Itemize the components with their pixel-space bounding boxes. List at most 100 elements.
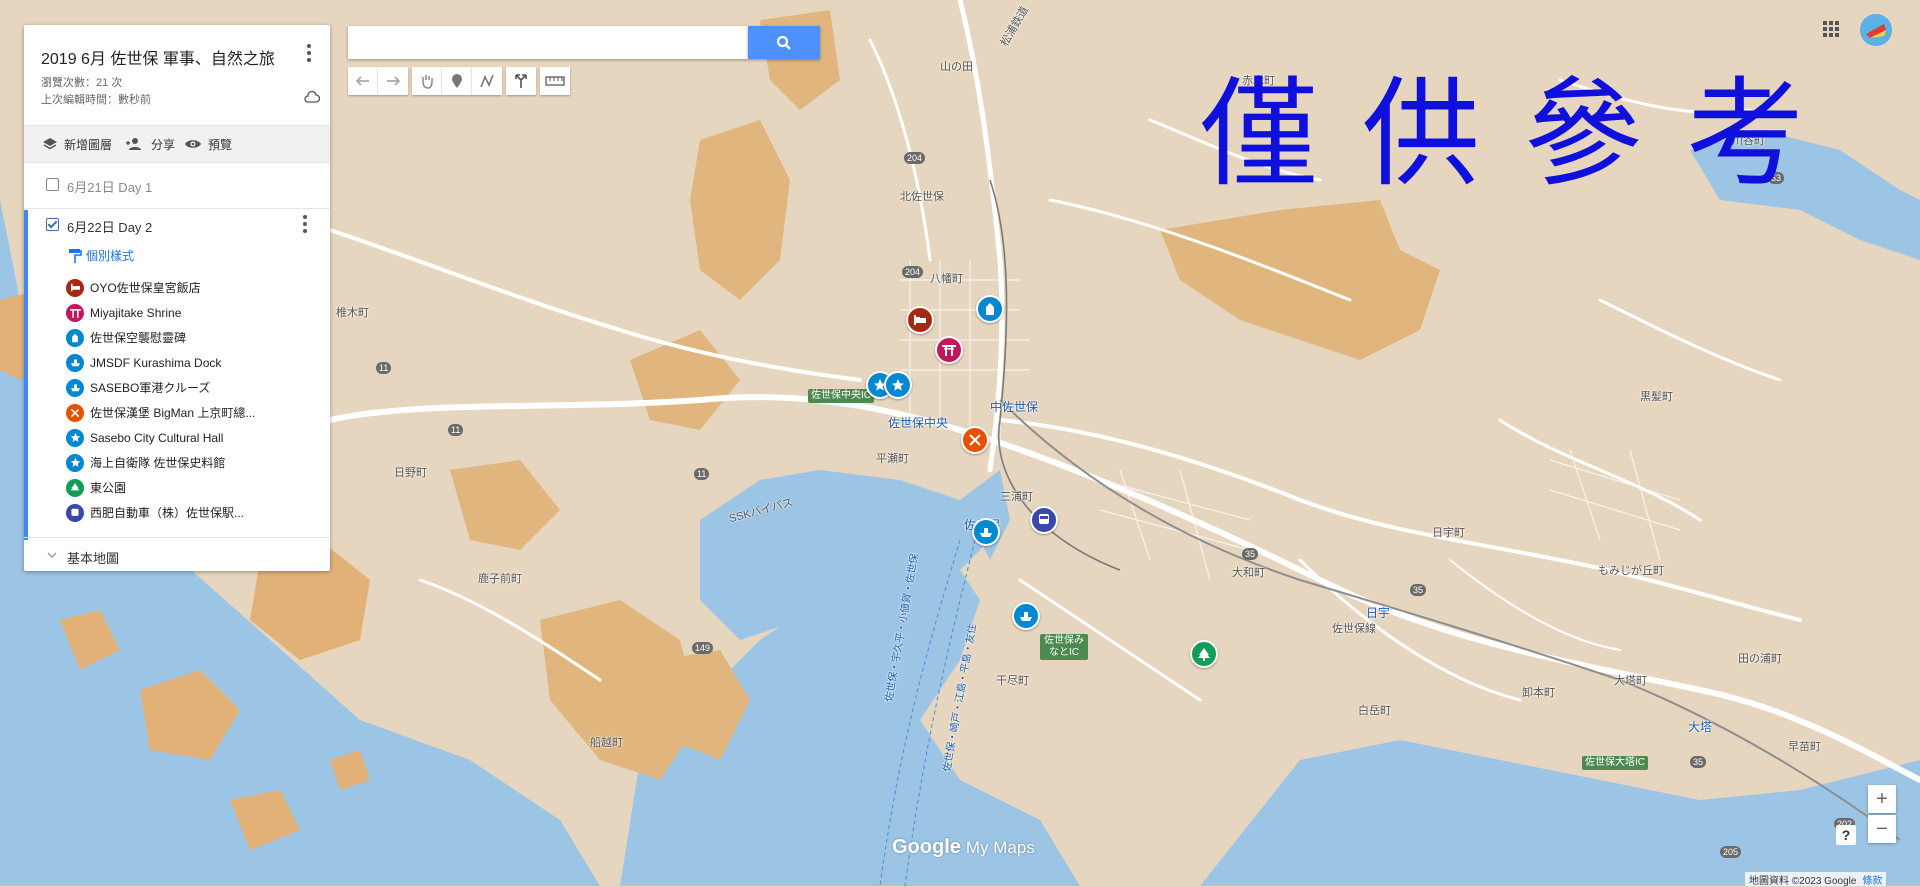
star-icon [66,428,84,447]
map-marker-hotel[interactable] [906,306,934,334]
station-label: 日宇 [1366,606,1391,620]
place-label: もみじが丘町 [1598,565,1664,577]
map-title[interactable]: 2019 6月 佐世保 軍事、自然之旅 [41,45,275,69]
base-map-layer[interactable]: 基本地圖 [24,537,330,571]
google-logo-text: Google [892,836,961,858]
place-name: 東公園 [90,481,127,495]
place-name: 佐世保漢堡 BigMan 上京町總... [90,406,256,420]
last-edit-time: 上次編輯時間：數秒前 [41,94,151,106]
place-name: Sasebo City Cultural Hall [90,430,224,445]
zoom-in-button[interactable]: + [1868,785,1896,813]
tree-icon [66,478,84,497]
place-name: Miyajitake Shrine [90,305,182,320]
place-name: 佐世保空襲慰靈碑 [90,331,187,345]
preview-label: 預覽 [208,137,233,152]
place-label: 白岳町 [1358,705,1391,717]
torii-icon [942,345,956,356]
undo-icon [355,76,369,86]
share-button[interactable]: 分享 [125,126,175,162]
directions-button[interactable] [506,67,536,95]
zoom-out-button[interactable]: − [1868,815,1896,843]
map-marker-park[interactable] [1190,640,1218,668]
place-label: 山の田 [940,61,973,73]
station-label: 大塔 [1688,720,1713,734]
bus-icon [1039,514,1049,524]
layer-day1-checkbox[interactable] [46,178,59,191]
place-item[interactable]: 海上自衛隊 佐世保史料館 [66,450,225,475]
torii-icon [66,303,84,322]
measure-button[interactable] [540,67,570,95]
place-item[interactable]: 佐世保漢堡 BigMan 上京町總... [66,400,255,425]
route-shield: 11 [694,468,710,480]
place-name: 西肥自動車（株）佐世保駅... [90,506,245,520]
keyboard-shortcuts-button[interactable]: ? [1836,825,1856,845]
place-item[interactable]: OYO佐世保皇宮飯店 [66,275,201,300]
hand-icon [422,75,433,89]
place-item[interactable]: 東公園 [66,475,126,500]
route-shield: 149 [692,642,714,654]
place-item[interactable]: 佐世保空襲慰靈碑 [66,325,186,350]
ship-icon [980,528,992,537]
place-label: 大和町 [1232,567,1265,579]
place-item[interactable]: 西肥自動車（株）佐世保駅... [66,500,244,525]
map-marker-bus[interactable] [1030,506,1058,534]
route-shield: 35 [1410,584,1427,596]
map-marker-monument[interactable] [976,295,1004,323]
add-layer-button[interactable]: 新增圖層 [42,126,112,162]
search-icon [776,35,791,50]
undo-button[interactable] [348,67,378,95]
layer-options-menu-icon[interactable] [298,214,312,234]
map-marker-burger[interactable] [961,426,989,454]
layer-day1[interactable]: 6月21日 Day 1 [24,162,330,209]
draw-line-button[interactable] [472,67,502,95]
place-item[interactable]: JMSDF Kurashima Dock [66,350,221,375]
map-legend-panel: 2019 6月 佐世保 軍事、自然之旅 瀏覽次數：21 次 上次編輯時間：數秒前… [24,25,330,571]
place-name: 海上自衛隊 佐世保史料館 [90,456,226,470]
redo-icon [387,76,401,86]
ship-icon [1020,612,1032,621]
search-input[interactable] [348,26,748,59]
apps-grid-icon[interactable] [1823,21,1839,37]
ruler-icon [545,76,565,86]
ship-icon [66,353,84,372]
place-item[interactable]: SASEBO軍港クルーズ [66,375,210,400]
place-label: 北佐世保 [900,191,944,203]
place-label: 平瀬町 [876,453,909,465]
route-shield: 204 [904,152,926,164]
place-label: 八幡町 [930,273,963,285]
place-label: 田の浦町 [1738,653,1782,665]
search-button[interactable] [748,26,820,59]
base-map-label: 基本地圖 [67,551,120,566]
map-options-menu-icon[interactable] [302,43,316,63]
place-label: 干尽町 [996,675,1029,687]
avatar[interactable] [1860,14,1892,46]
chevron-down-icon[interactable] [46,550,58,560]
layer-toolbar: 新增圖層 分享 預覽 [24,125,330,163]
redo-button[interactable] [378,67,408,95]
route-shield: 205 [1720,846,1742,858]
map-marker-cruise[interactable] [972,518,1000,546]
select-items-button[interactable] [412,67,442,95]
add-marker-button[interactable] [442,67,472,95]
map-data-attribution: 地圖資料 ©2023 Google [1749,875,1857,887]
place-label: 鹿子前町 [478,573,522,585]
add-person-icon [126,138,141,150]
preview-button[interactable]: 預覽 [184,126,232,162]
add-layer-label: 新增圖層 [64,137,113,152]
map-marker-shrine[interactable] [935,336,963,364]
station-label: 佐世保中央 [888,416,949,430]
place-label: 日野町 [394,467,427,479]
map-marker-dock[interactable] [1012,602,1040,630]
place-name: SASEBO軍港クルーズ [90,381,211,395]
tree-icon [1198,648,1210,661]
terms-link[interactable]: 條款 [1862,872,1882,887]
map-marker-museum[interactable] [884,371,912,399]
place-item[interactable]: Miyajitake Shrine [66,300,181,325]
google-my-maps-logo: Google My Maps [892,836,1035,859]
place-item[interactable]: Sasebo City Cultural Hall [66,425,223,450]
place-label: 早苗町 [1788,741,1821,753]
layer-day2-checkbox[interactable] [46,218,59,231]
attribution-bar: 地圖資料 ©2023 Google 條款 [1745,872,1887,887]
individual-style-link[interactable]: 個別樣式 [68,247,134,264]
layer-day2[interactable]: 6月22日 Day 2 [24,209,330,239]
